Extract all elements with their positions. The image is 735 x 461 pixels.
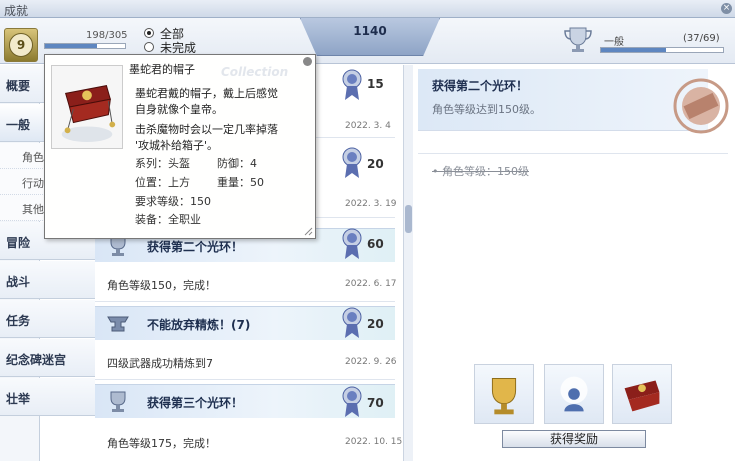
row-points: 20 — [367, 157, 384, 171]
collection-watermark: Collection — [221, 65, 289, 79]
row-date: 2022. 3. 19 — [345, 199, 397, 209]
detail-separator — [418, 153, 728, 154]
row-description: 角色等级175，完成！ — [107, 437, 216, 450]
item-name: 墨蛇君的帽子 — [129, 63, 195, 76]
row-date: 2022. 10. 15 — [345, 437, 403, 447]
score-plaque: 1140 — [300, 18, 440, 56]
item-equip: 装备：全职业 — [135, 213, 201, 226]
exp-progress-bar — [44, 43, 126, 49]
row-description: 四级武器成功精炼到7 — [107, 357, 213, 370]
medal-icon — [342, 147, 362, 178]
filter-incomplete-label: 未完成 — [160, 40, 197, 55]
item-weight: 重量：50 — [217, 176, 264, 189]
sidebar-item-quest[interactable]: 任务 — [0, 300, 95, 338]
hat-reward-icon[interactable] — [612, 364, 672, 424]
row-date: 2022. 6. 17 — [345, 279, 397, 289]
row-title: 获得第三个光环！ — [147, 396, 244, 410]
item-desc-line: 自身就像个皇帝。 — [135, 103, 223, 116]
detail-description: 角色等级达到150级。 — [432, 103, 541, 116]
row-points: 15 — [367, 77, 384, 91]
medal-icon — [342, 307, 362, 338]
hat-item-icon — [51, 65, 123, 149]
level-number: 9 — [9, 33, 33, 57]
item-desc-line: '攻城补给箱子'。 — [135, 139, 219, 152]
row-separator — [95, 379, 395, 380]
medal-icon — [342, 228, 362, 259]
title-bar: 成就 × — [0, 0, 735, 18]
reward-section: 获得奖励 — [414, 362, 735, 461]
category-sidebar: 概要 一般 角色 行动 其他 冒险 战斗 任务 纪念碑迷宫 壮举 — [0, 65, 95, 461]
scrollbar-thumb[interactable] — [405, 205, 412, 233]
row-title: 获得第二个光环！ — [147, 240, 244, 254]
completed-stamp-icon — [673, 78, 729, 134]
level-badge: 9 — [4, 28, 38, 62]
exp-progress-fill — [45, 44, 97, 48]
item-type: 系列：头盔 — [135, 157, 190, 170]
row-separator — [95, 301, 395, 302]
sidebar-item-feats[interactable]: 壮举 — [0, 378, 95, 416]
sidebar-item-monument-maze[interactable]: 纪念碑迷宫 — [0, 339, 95, 377]
filter-incomplete-radio[interactable] — [144, 42, 154, 52]
rank-progress-fill — [601, 48, 666, 52]
row-date: 2022. 3. 4 — [345, 121, 391, 131]
achievement-detail: 获得第二个光环！ 角色等级达到150级。 • 角色等级：150级 获得奖励 — [414, 65, 735, 461]
close-icon[interactable] — [303, 57, 312, 66]
row-date: 2022. 9. 26 — [345, 357, 397, 367]
detail-title: 获得第二个光环！ — [432, 79, 529, 93]
close-icon[interactable]: × — [721, 3, 732, 14]
claim-reward-button[interactable]: 获得奖励 — [502, 430, 646, 448]
condition-text: 角色等级：150级 — [442, 165, 529, 178]
row-points: 20 — [367, 317, 384, 331]
row-points: 70 — [367, 396, 384, 410]
anvil-icon — [107, 316, 129, 332]
condition-item: • 角色等级：150级 — [432, 165, 529, 178]
item-desc-line: 墨蛇君戴的帽子，戴上后感觉 — [135, 87, 278, 100]
row-points: 60 — [367, 237, 384, 251]
detail-header: 获得第二个光环！ 角色等级达到150级。 — [418, 69, 708, 131]
filter-all-radio[interactable] — [144, 28, 154, 38]
item-defense: 防御：4 — [217, 157, 257, 170]
rank-label: 一般 — [604, 37, 624, 48]
trophy-icon — [564, 27, 592, 52]
item-position: 位置：上方 — [135, 176, 190, 189]
medal-icon — [342, 386, 362, 417]
item-tooltip: 墨蛇君的帽子 Collection 墨蛇君戴的帽子，戴上后感觉 自身就像个皇帝。… — [44, 54, 316, 239]
list-scrollbar[interactable] — [403, 65, 413, 461]
row-title: 不能放弃精炼！(7) — [147, 318, 251, 332]
rank-progress-bar — [600, 47, 724, 53]
sidebar-item-battle[interactable]: 战斗 — [0, 261, 95, 299]
window-title: 成就 — [4, 4, 29, 18]
medal-icon — [342, 69, 362, 100]
exp-text: 198/305 — [86, 30, 128, 41]
trophy-reward-icon[interactable] — [474, 364, 534, 424]
row-description: 角色等级150，完成！ — [107, 279, 216, 292]
item-required-level: 要求等级：150 — [135, 195, 211, 208]
resize-grip-icon[interactable] — [303, 226, 313, 236]
filter-group: 全部 未完成 — [144, 26, 197, 55]
total-score: 1140 — [353, 24, 387, 38]
aura-reward-icon[interactable] — [544, 364, 604, 424]
rank-count: (37/69) — [683, 33, 720, 44]
trophy-icon — [110, 391, 126, 412]
item-desc-line: 击杀魔物时会以一定几率掉落 — [135, 123, 278, 136]
